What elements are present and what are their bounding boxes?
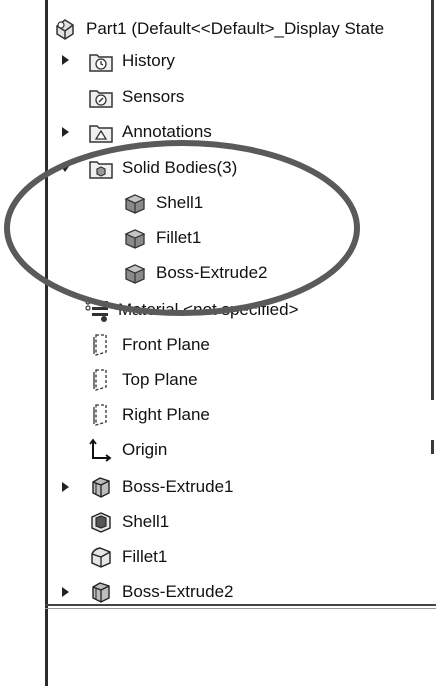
tree-item-label: History: [122, 51, 175, 70]
tree-item-label: Top Plane: [122, 370, 198, 389]
expand-arrow-boss-extrude2[interactable]: [62, 587, 69, 597]
tree-item-label: Shell1: [156, 193, 204, 212]
tree-item-material[interactable]: Material <not specified>: [84, 293, 299, 327]
tree-item-body-boss-extrude2[interactable]: Boss-Extrude2: [122, 256, 268, 290]
shell-feature-icon: [88, 509, 114, 535]
plane-icon: [88, 367, 114, 393]
tree-item-fillet1-feature[interactable]: Fillet1: [88, 540, 167, 574]
tree-item-label: Boss-Extrude2: [122, 582, 234, 601]
tree-item-right-plane[interactable]: Right Plane: [88, 398, 210, 432]
tree-item-label: Boss-Extrude1: [122, 477, 234, 496]
boss-extrude-icon: [88, 474, 114, 500]
tree-item-front-plane[interactable]: Front Plane: [88, 328, 210, 362]
tree-item-label: Right Plane: [122, 405, 210, 424]
solid-body-icon: [122, 260, 148, 286]
plane-icon: [88, 402, 114, 428]
tree-item-label: Shell1: [122, 512, 170, 531]
plane-icon: [88, 332, 114, 358]
tree-item-label: Front Plane: [122, 335, 210, 354]
expand-arrow-annotations[interactable]: [62, 127, 69, 137]
tree-item-top-plane[interactable]: Top Plane: [88, 363, 198, 397]
panel-left-border: [45, 0, 48, 686]
tree-item-solid-bodies[interactable]: Solid Bodies(3): [88, 151, 237, 185]
tree-item-label: Boss-Extrude2: [156, 263, 268, 282]
panel-right-border: [431, 0, 434, 400]
tree-item-annotations[interactable]: Annotations: [88, 115, 212, 149]
tree-item-label: Fillet1: [122, 547, 168, 566]
tree-item-label: Material <not specified>: [118, 300, 299, 319]
expand-arrow-history[interactable]: [62, 55, 69, 65]
tree-item-boss-extrude1[interactable]: Boss-Extrude1: [88, 470, 234, 504]
panel-right-border-tick: [431, 440, 434, 454]
tree-root-label: Part1 (Default<<Default>_Display State: [86, 19, 385, 38]
material-icon: [84, 297, 110, 323]
sensors-folder-icon: [88, 84, 114, 110]
solid-body-icon: [122, 190, 148, 216]
tree-item-label: Annotations: [122, 122, 212, 141]
tree-item-sensors[interactable]: Sensors: [88, 80, 184, 114]
tree-item-label: Solid Bodies(3): [122, 158, 238, 177]
tree-item-body-fillet1[interactable]: Fillet1: [122, 221, 201, 255]
collapse-arrow-solid-bodies[interactable]: [60, 165, 70, 172]
solid-body-icon: [122, 225, 148, 251]
tree-item-shell1-feature[interactable]: Shell1: [88, 505, 169, 539]
expand-arrow-boss-extrude1[interactable]: [62, 482, 69, 492]
tree-item-origin[interactable]: Origin: [88, 433, 167, 467]
tree-item-label: Origin: [122, 440, 168, 459]
annotations-folder-icon: [88, 119, 114, 145]
solid-bodies-folder-icon: [88, 155, 114, 181]
tree-root-part1[interactable]: Part1 (Default<<Default>_Display State: [52, 12, 384, 46]
tree-item-label: Sensors: [122, 87, 185, 106]
fillet-feature-icon: [88, 544, 114, 570]
boss-extrude-icon: [88, 579, 114, 605]
tree-item-history[interactable]: History: [88, 44, 175, 78]
tree-item-body-shell1[interactable]: Shell1: [122, 186, 203, 220]
origin-icon: [88, 437, 114, 463]
history-folder-icon: [88, 48, 114, 74]
tree-item-label: Fillet1: [156, 228, 202, 247]
tree-item-boss-extrude2[interactable]: Boss-Extrude2: [88, 575, 234, 609]
part-icon: [52, 16, 78, 42]
